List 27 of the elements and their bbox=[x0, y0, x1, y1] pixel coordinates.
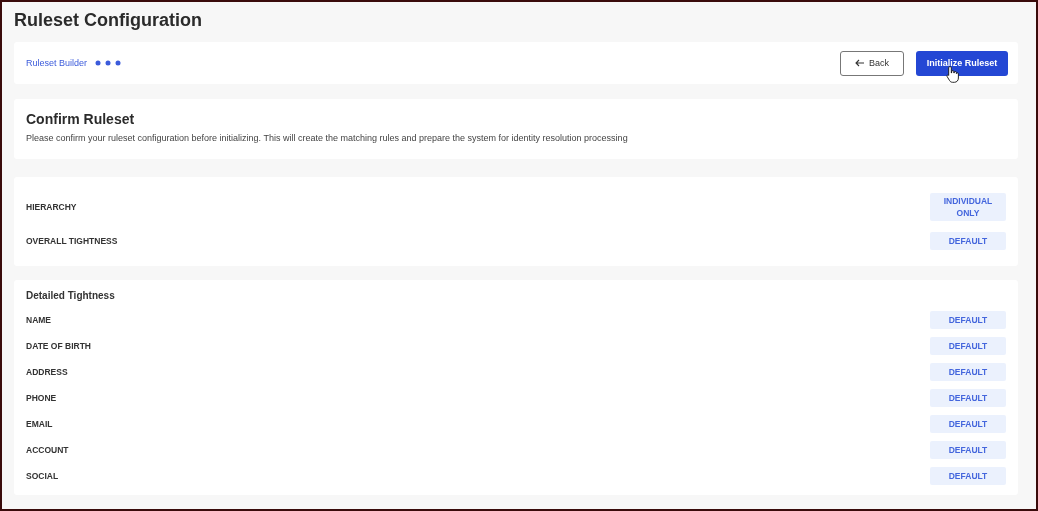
initialize-button[interactable]: Initialize Ruleset bbox=[916, 50, 1008, 76]
setting-label: SOCIAL bbox=[26, 471, 59, 481]
setting-value-badge: DEFAULT bbox=[930, 232, 1006, 250]
setting-value-badge: DEFAULT bbox=[930, 441, 1006, 459]
setting-label: HIERARCHY bbox=[26, 202, 77, 212]
dots-icon bbox=[95, 60, 122, 66]
setting-value-badge: DEFAULT bbox=[930, 363, 1006, 381]
setting-label: ADDRESS bbox=[26, 367, 68, 377]
section-title: Detailed Tightness bbox=[26, 290, 116, 301]
setting-value-badge: DEFAULT bbox=[930, 467, 1006, 485]
breadcrumb-link[interactable]: Ruleset Builder bbox=[26, 58, 88, 68]
setting-label: EMAIL bbox=[26, 419, 53, 429]
setting-label: PHONE bbox=[26, 393, 57, 403]
setting-value-badge: INDIVIDUAL ONLY bbox=[930, 193, 1006, 221]
setting-value-badge: DEFAULT bbox=[930, 311, 1006, 329]
back-button[interactable]: Back bbox=[840, 50, 904, 76]
page-title: Ruleset Configuration bbox=[14, 9, 203, 32]
setting-label: OVERALL TIGHTNESS bbox=[26, 236, 118, 246]
setting-label: DATE OF BIRTH bbox=[26, 341, 91, 351]
section-title: Confirm Ruleset bbox=[26, 111, 136, 127]
arrow-left-icon bbox=[855, 59, 865, 67]
setting-label: NAME bbox=[26, 315, 52, 325]
setting-label: ACCOUNT bbox=[26, 445, 69, 455]
setting-value-badge: DEFAULT bbox=[930, 389, 1006, 407]
setting-value-badge: DEFAULT bbox=[930, 415, 1006, 433]
setting-value-badge: DEFAULT bbox=[930, 337, 1006, 355]
description-text: Please confirm your ruleset configuration before initializing. This will create the matching rules and prepare the system for identity resolution processing bbox=[26, 133, 629, 143]
